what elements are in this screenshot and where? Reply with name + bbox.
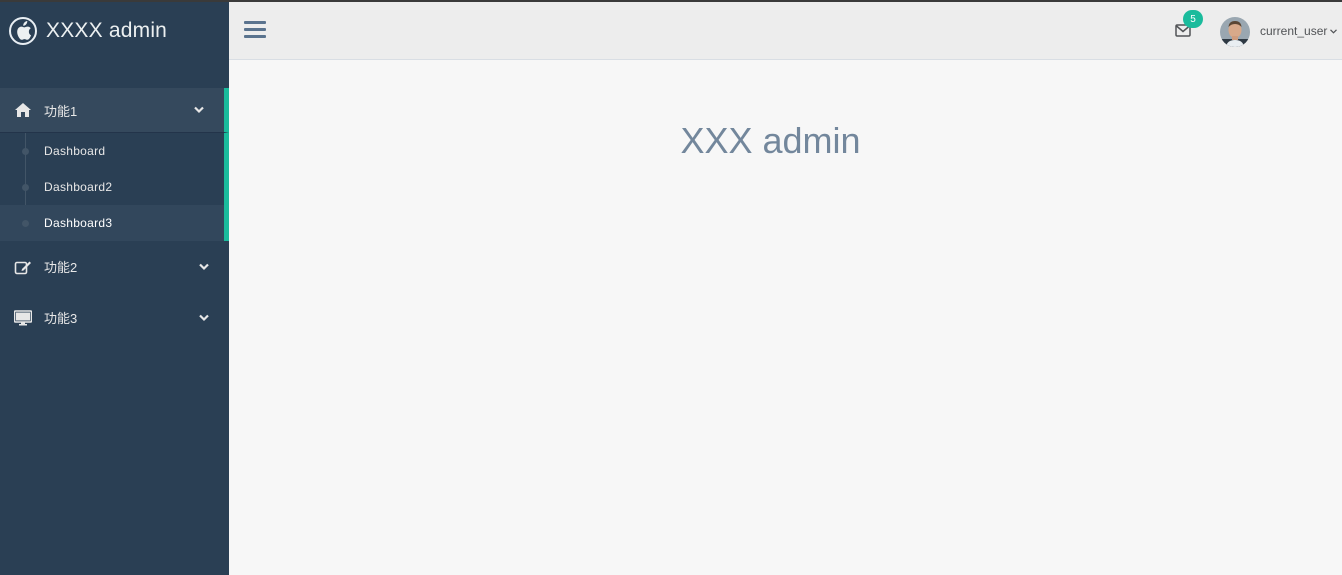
notification-badge: 5 — [1183, 10, 1203, 28]
avatar[interactable] — [1220, 17, 1250, 47]
user-menu[interactable]: current_user — [1260, 24, 1338, 38]
submenu-item-dashboard[interactable]: Dashboard — [0, 133, 224, 169]
submenu-item-label: Dashboard3 — [44, 216, 113, 230]
menu-item-function2[interactable]: 功能2 — [0, 241, 229, 292]
submenu-item-label: Dashboard2 — [44, 180, 113, 194]
menu-icon[interactable] — [244, 21, 266, 39]
sidebar: XXXX admin 功能1 Dashboard Dashboard2 Dash… — [0, 0, 229, 575]
menu-item-function1[interactable]: 功能1 — [0, 88, 229, 133]
side-menu: 功能1 Dashboard Dashboard2 Dashboard3 功能2 … — [0, 88, 229, 343]
chevron-down-icon — [199, 263, 209, 270]
home-icon — [15, 103, 31, 117]
top-navbar: 5 current_user — [229, 2, 1342, 60]
desktop-icon — [14, 309, 32, 325]
menu-item-function3[interactable]: 功能3 — [0, 292, 229, 343]
bullet-dot — [22, 219, 29, 227]
menu-item-label: 功能2 — [44, 260, 78, 275]
window-top-border — [0, 0, 1342, 2]
chevron-down-icon — [1330, 28, 1338, 34]
bullet-dot — [22, 183, 29, 191]
bullet-dot — [22, 147, 29, 155]
edit-icon — [14, 261, 31, 274]
chevron-down-icon — [194, 106, 204, 114]
username-label: current_user — [1260, 24, 1328, 38]
submenu-item-label: Dashboard — [44, 144, 106, 158]
submenu-item-dashboard2[interactable]: Dashboard2 — [0, 169, 224, 205]
page-title: XXX admin — [680, 120, 861, 161]
submenu-item-dashboard3[interactable]: Dashboard3 — [0, 205, 224, 241]
menu-item-label: 功能3 — [44, 311, 78, 326]
menu-item-label: 功能1 — [44, 103, 78, 119]
apple-icon — [9, 17, 37, 45]
brand-title: XXXX admin — [46, 19, 168, 42]
brand[interactable]: XXXX admin — [0, 2, 229, 60]
submenu-function1: Dashboard Dashboard2 Dashboard3 — [0, 133, 229, 241]
chevron-down-icon — [199, 314, 209, 321]
